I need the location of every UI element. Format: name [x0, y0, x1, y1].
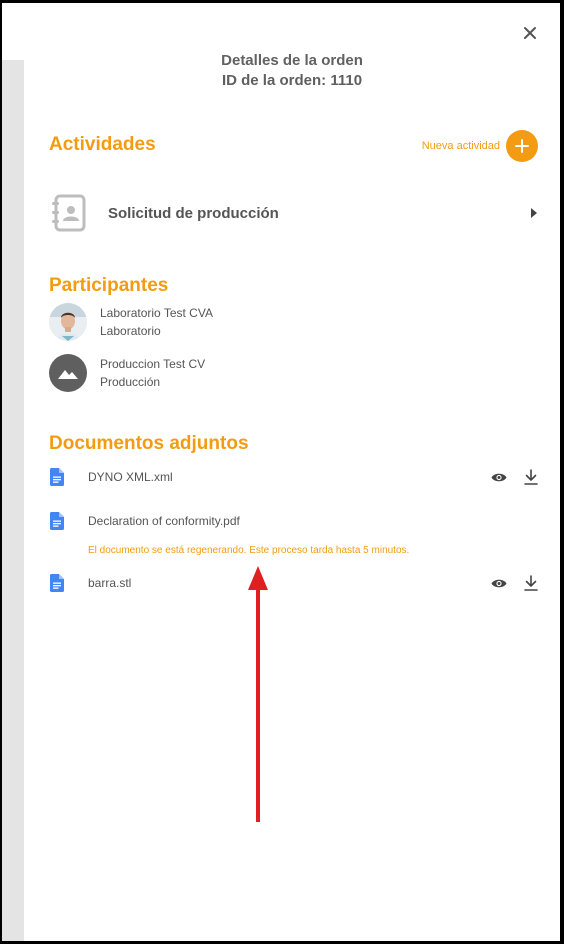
participant-name: Laboratorio Test CVA: [100, 306, 213, 320]
regenerating-notice: El documento se está regenerando. Este p…: [88, 545, 410, 556]
download-button[interactable]: [522, 574, 540, 592]
participant-role: Producción: [100, 375, 161, 389]
view-button[interactable]: [490, 468, 508, 486]
contact-book-icon: [52, 194, 86, 232]
document-icon: [50, 512, 64, 530]
eye-icon: [491, 473, 507, 481]
participant-item: Produccion Test CV Producción: [49, 354, 205, 392]
download-icon: [524, 469, 538, 485]
participants-heading: Participantes: [49, 275, 169, 296]
participant-item: Laboratorio Test CVA Laboratorio: [49, 303, 213, 341]
download-button[interactable]: [522, 468, 540, 486]
participant-name: Produccion Test CV: [100, 357, 206, 371]
activity-label: Solicitud de producción: [108, 204, 279, 222]
eye-icon: [491, 579, 507, 587]
document-row[interactable]: DYNO XML.xml: [50, 467, 540, 487]
close-button[interactable]: [522, 25, 538, 41]
new-activity-button[interactable]: Nueva actividad: [422, 130, 538, 162]
document-icon: [50, 468, 64, 486]
document-row[interactable]: barra.stl: [50, 573, 540, 593]
documents-heading: Documentos adjuntos: [49, 433, 249, 454]
close-icon: [524, 27, 536, 39]
document-name: DYNO XML.xml: [88, 470, 173, 484]
document-icon: [50, 574, 64, 592]
add-icon[interactable]: [506, 130, 538, 162]
new-activity-label: Nueva actividad: [421, 140, 500, 152]
screenshot-frame: Detalles de la orden ID de la orden: 111…: [2, 3, 560, 941]
panel-title: Detalles de la orden: [221, 52, 363, 69]
order-details-panel: Detalles de la orden ID de la orden: 111…: [24, 3, 560, 941]
document-row[interactable]: Declaration of conformity.pdf: [50, 511, 540, 531]
photo-avatar: [49, 303, 87, 341]
activity-item[interactable]: Solicitud de producción: [49, 193, 539, 233]
panel-header: Detalles de la orden ID de la orden: 111…: [24, 51, 560, 91]
document-name: barra.stl: [88, 576, 132, 590]
image-placeholder-icon: [49, 354, 87, 392]
view-button[interactable]: [490, 574, 508, 592]
background-page: [2, 3, 24, 60]
participant-role: Laboratorio: [100, 324, 161, 338]
caret-right-icon: [531, 208, 537, 218]
document-name: Declaration of conformity.pdf: [88, 514, 240, 528]
download-icon: [524, 575, 538, 591]
order-id: ID de la orden: 1110: [221, 72, 363, 89]
activities-heading: Actividades: [49, 134, 156, 155]
